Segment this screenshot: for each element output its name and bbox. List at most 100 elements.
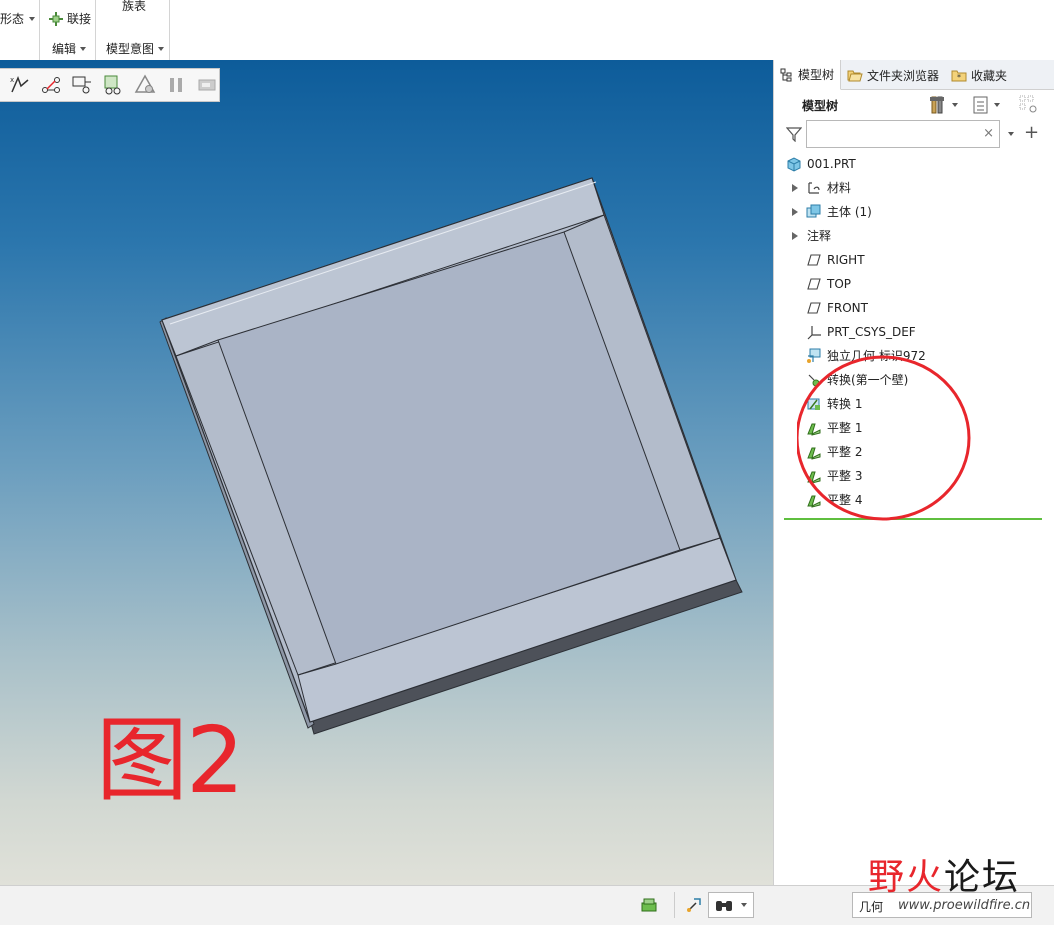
tree-item-label: RIGHT <box>827 253 865 267</box>
tree-item-label: 转换(第一个壁) <box>827 373 909 387</box>
datum-axis-button[interactable] <box>39 73 62 97</box>
family-table-button[interactable]: 族表 <box>122 0 146 14</box>
figure-label: 图2 <box>96 707 245 814</box>
ribbon: 形态 联接 编辑 族表 模型意图 <box>0 0 1054 60</box>
binoculars-icon <box>716 901 732 911</box>
sketch-display-button[interactable]: x <box>8 73 31 97</box>
tree-item-convert-1[interactable]: 转换 1 <box>774 392 1054 416</box>
part-icon <box>787 157 801 172</box>
status-divider <box>674 892 675 918</box>
ribbon-group-edit: 联接 编辑 <box>40 0 96 60</box>
edit-group-menu[interactable]: 编辑 <box>52 40 87 57</box>
partial-button-label: 形态 <box>0 12 25 26</box>
tab-label: 模型树 <box>798 68 835 82</box>
hammer-settings-icon <box>930 96 944 114</box>
expand-arrow-icon[interactable] <box>792 232 798 240</box>
tree-columns-icon <box>1019 95 1037 113</box>
pause-button[interactable] <box>164 73 187 97</box>
tree-show-icon <box>973 96 988 114</box>
tree-item-material[interactable]: 材料 <box>774 176 1054 200</box>
selection-filter-value: 几何 <box>859 900 884 914</box>
tree-title: 模型树 <box>802 98 839 113</box>
tree-item-label: 材料 <box>827 181 852 195</box>
tree-item-top[interactable]: TOP <box>774 272 1054 296</box>
body-icon <box>806 204 821 218</box>
flat-wall-icon <box>807 423 821 436</box>
filter-icon[interactable] <box>786 126 802 142</box>
chevron-down-icon <box>29 16 36 21</box>
tree-show-button[interactable] <box>972 95 1000 115</box>
tree-item-label: PRT_CSYS_DEF <box>827 325 916 339</box>
datum-point-icon <box>72 76 92 94</box>
annotation-display-button[interactable] <box>133 73 156 97</box>
material-icon <box>808 182 820 194</box>
tree-settings-button[interactable] <box>930 95 958 115</box>
tree-item-label: 注释 <box>807 229 832 243</box>
csys-display-icon <box>104 75 121 95</box>
chevron-down-icon <box>952 103 958 107</box>
coordinate-system-icon <box>807 326 821 340</box>
model-intent-group-label: 模型意图 <box>106 42 155 56</box>
svg-text:x: x <box>10 76 14 84</box>
datum-axis-icon <box>41 77 60 93</box>
tree-item-label: 转换 1 <box>827 397 863 411</box>
ribbon-group-model-intent: 族表 模型意图 <box>96 0 170 60</box>
tree-item-prt-csys-def[interactable]: PRT_CSYS_DEF <box>774 320 1054 344</box>
tab-label: 收藏夹 <box>971 68 1008 83</box>
tree-item-body[interactable]: 主体 (1) <box>774 200 1054 224</box>
partial-button[interactable]: 形态 <box>0 10 36 27</box>
tree-item-label: 独立几何 标识972 <box>827 349 926 363</box>
spin-center-button[interactable] <box>196 73 219 97</box>
tab-model-tree[interactable]: 模型树 <box>774 60 842 90</box>
expand-arrow-icon[interactable] <box>792 184 798 192</box>
selection-filter-select[interactable]: 几何 <box>852 892 1032 918</box>
clear-search-icon[interactable]: × <box>983 125 994 143</box>
datum-point-button[interactable] <box>71 73 94 97</box>
tab-folder-browser[interactable]: 文件夹浏览器 <box>841 60 945 90</box>
chevron-down-icon <box>741 903 747 907</box>
smart-select-icon <box>687 898 701 912</box>
favorites-icon: * <box>951 70 967 82</box>
chevron-down-icon <box>994 103 1000 107</box>
tree-header: 模型树 <box>774 92 1054 118</box>
regenerate-status-button[interactable] <box>636 892 662 918</box>
tree-item-label: TOP <box>827 277 852 291</box>
tree-item-flat-2[interactable]: 平整 2 <box>774 440 1054 464</box>
tree-item-right[interactable]: RIGHT <box>774 248 1054 272</box>
model-tree: 001.PRT 材料 主体 (1) 注释 RIGHT TOP FRONT PRT… <box>774 152 1054 512</box>
tree-item-convert-first-wall[interactable]: 转换(第一个壁) <box>774 368 1054 392</box>
tree-item-001-prt[interactable]: 001.PRT <box>774 152 1054 176</box>
tree-item-flat-3[interactable]: 平整 3 <box>774 464 1054 488</box>
csys-display-button[interactable] <box>102 73 125 97</box>
tree-item-label: 平整 4 <box>827 493 863 507</box>
tree-item-flat-1[interactable]: 平整 1 <box>774 416 1054 440</box>
tree-item-front[interactable]: FRONT <box>774 296 1054 320</box>
tree-item-independent-geometry[interactable]: 独立几何 标识972 <box>774 344 1054 368</box>
side-panel: 模型树 文件夹浏览器 * 收藏夹 模型树 × + 001.PRT 材料 主体 (… <box>773 60 1054 885</box>
expand-arrow-icon[interactable] <box>792 208 798 216</box>
chevron-down-icon[interactable] <box>1008 132 1014 136</box>
model-tree-icon <box>780 68 792 81</box>
search-input[interactable] <box>811 125 981 143</box>
tree-item-label: 主体 (1) <box>827 205 872 219</box>
smart-select-button[interactable] <box>682 892 706 918</box>
convert-icon <box>807 398 820 410</box>
tree-item-flat-4[interactable]: 平整 4 <box>774 488 1054 512</box>
edit-group-label: 编辑 <box>52 42 77 56</box>
model-intent-group-menu[interactable]: 模型意图 <box>106 40 165 57</box>
find-button[interactable] <box>708 892 754 918</box>
insert-here-line[interactable] <box>784 518 1042 520</box>
tree-columns-button[interactable] <box>1018 94 1040 119</box>
datum-plane-icon <box>807 254 821 266</box>
search-box: × <box>806 120 1000 148</box>
tree-item-label: 平整 3 <box>827 469 863 483</box>
tab-favorites[interactable]: * 收藏夹 <box>945 60 1013 90</box>
flat-wall-icon <box>807 495 821 508</box>
panel-tabs: 模型树 文件夹浏览器 * 收藏夹 <box>774 60 1054 90</box>
tree-item-annotation[interactable]: 注释 <box>774 224 1054 248</box>
tree-item-label: FRONT <box>827 301 868 315</box>
connect-button[interactable]: 联接 <box>48 10 91 27</box>
add-filter-icon[interactable]: + <box>1024 123 1039 143</box>
chevron-down-icon <box>80 46 87 51</box>
graphics-viewport[interactable]: x 图2 <box>0 60 773 885</box>
